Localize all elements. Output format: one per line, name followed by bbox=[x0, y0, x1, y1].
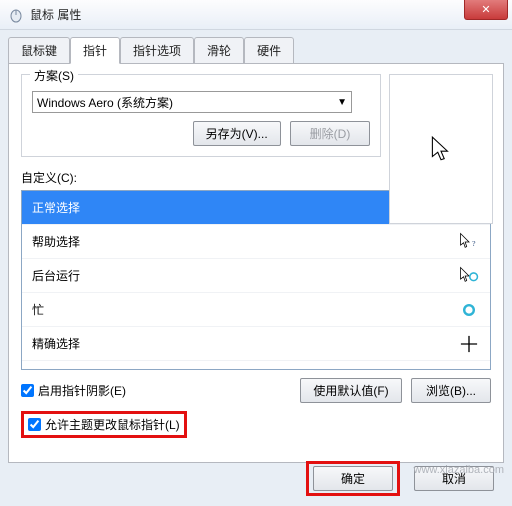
list-item-label: 正常选择 bbox=[32, 199, 80, 216]
allow-theme-input[interactable] bbox=[28, 418, 41, 431]
list-item-label: 精确选择 bbox=[32, 335, 80, 352]
list-item[interactable]: 后台运行 bbox=[22, 259, 490, 293]
arrow-help-icon: ? bbox=[458, 231, 480, 253]
tab-pointers[interactable]: 指针 bbox=[70, 37, 120, 64]
chevron-down-icon: ▼ bbox=[337, 97, 347, 108]
tabstrip: 鼠标键 指针 指针选项 滑轮 硬件 bbox=[8, 37, 504, 64]
use-default-button[interactable]: 使用默认值(F) bbox=[300, 378, 401, 403]
allow-theme-label: 允许主题更改鼠标指针(L) bbox=[45, 416, 180, 433]
list-item[interactable]: 忙 bbox=[22, 293, 490, 327]
window-title: 鼠标 属性 bbox=[30, 6, 81, 23]
tab-pointer-options[interactable]: 指针选项 bbox=[120, 37, 194, 64]
tab-mouse-keys[interactable]: 鼠标键 bbox=[8, 37, 70, 64]
highlight-annotation: 确定 bbox=[306, 461, 400, 496]
list-item[interactable]: 帮助选择 ? bbox=[22, 225, 490, 259]
arrow-icon bbox=[429, 135, 453, 163]
mouse-icon bbox=[8, 7, 24, 23]
list-item[interactable]: 文本选择 bbox=[22, 361, 490, 370]
tab-panel: 方案(S) Windows Aero (系统方案) ▼ 另存为(V)... 删除… bbox=[8, 63, 504, 463]
enable-shadow-checkbox[interactable]: 启用指针阴影(E) bbox=[21, 382, 126, 399]
scheme-dropdown[interactable]: Windows Aero (系统方案) ▼ bbox=[32, 91, 352, 113]
delete-button: 删除(D) bbox=[290, 121, 370, 146]
crosshair-icon bbox=[458, 333, 480, 355]
arrow-busy-icon bbox=[458, 265, 480, 287]
list-item-label: 忙 bbox=[32, 301, 44, 318]
highlight-annotation: 允许主题更改鼠标指针(L) bbox=[21, 411, 187, 438]
list-item-label: 后台运行 bbox=[32, 267, 80, 284]
enable-shadow-label: 启用指针阴影(E) bbox=[38, 382, 126, 399]
allow-theme-checkbox[interactable]: 允许主题更改鼠标指针(L) bbox=[28, 416, 180, 433]
ibeam-icon bbox=[458, 367, 480, 371]
close-icon: ✕ bbox=[481, 3, 490, 16]
list-item-label: 帮助选择 bbox=[32, 233, 80, 250]
enable-shadow-input[interactable] bbox=[21, 384, 34, 397]
scheme-groupbox: 方案(S) Windows Aero (系统方案) ▼ 另存为(V)... 删除… bbox=[21, 74, 381, 157]
titlebar: 鼠标 属性 ✕ bbox=[0, 0, 512, 30]
browse-button[interactable]: 浏览(B)... bbox=[411, 378, 491, 403]
pointer-preview bbox=[389, 74, 493, 224]
tab-hardware[interactable]: 硬件 bbox=[244, 37, 294, 64]
list-item-label: 文本选择 bbox=[32, 369, 80, 370]
close-button[interactable]: ✕ bbox=[464, 0, 508, 20]
scheme-legend: 方案(S) bbox=[30, 67, 78, 84]
list-item[interactable]: 精确选择 bbox=[22, 327, 490, 361]
save-as-button[interactable]: 另存为(V)... bbox=[193, 121, 281, 146]
ok-button[interactable]: 确定 bbox=[313, 466, 393, 491]
watermark: www.xiazaiba.com bbox=[414, 464, 504, 476]
busy-ring-icon bbox=[458, 299, 480, 321]
scheme-selected: Windows Aero (系统方案) bbox=[37, 94, 173, 111]
svg-text:?: ? bbox=[472, 238, 476, 247]
tab-wheel[interactable]: 滑轮 bbox=[194, 37, 244, 64]
